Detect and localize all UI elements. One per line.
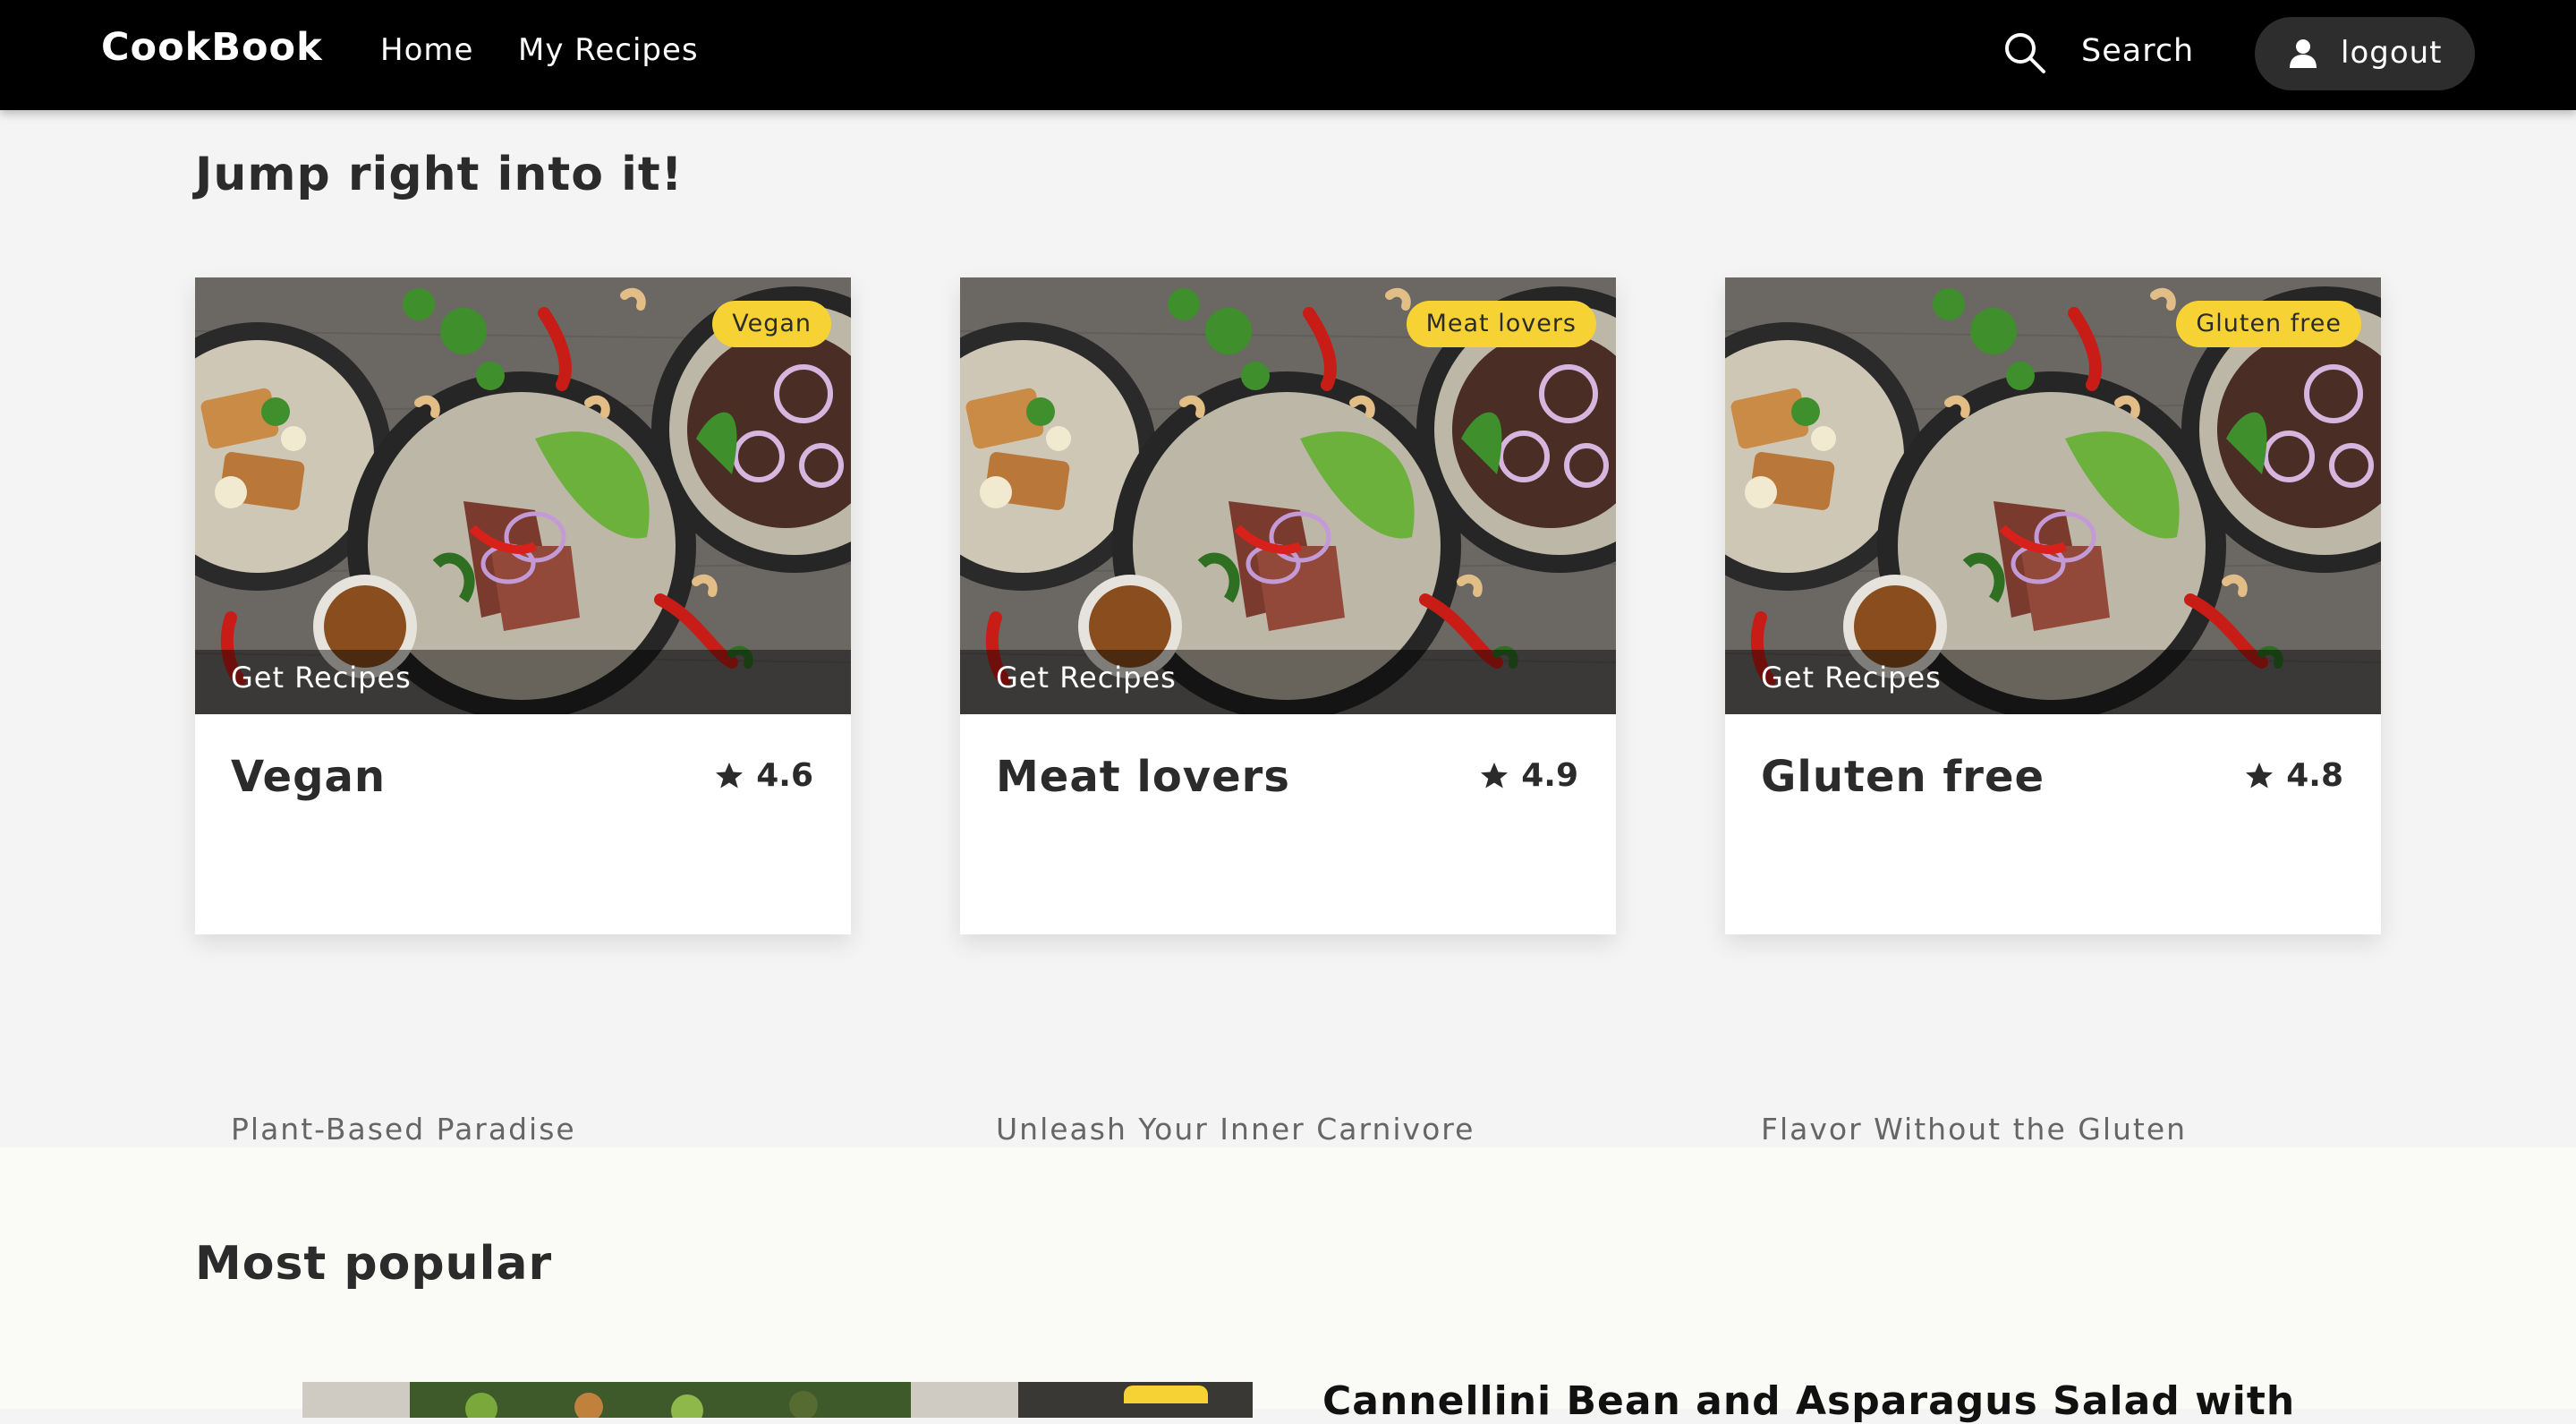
search-icon[interactable]: [2002, 30, 2047, 75]
food-image: [302, 1382, 1253, 1418]
navbar: CookBook Home My Recipes Search logout: [0, 0, 2576, 110]
nav-link-home[interactable]: Home: [380, 32, 473, 68]
category-card-vegan[interactable]: Get Recipes Vegan Vegan 4.6 Plant-Based …: [195, 277, 851, 1147]
rating: 4.8: [2243, 757, 2343, 794]
category-badge: Gluten free: [2176, 301, 2361, 347]
brand-logo[interactable]: CookBook: [101, 25, 323, 70]
card-title: Gluten free: [1761, 752, 2045, 802]
category-badge: [1124, 1386, 1208, 1403]
star-icon: [2246, 762, 2274, 788]
get-recipes-link[interactable]: Get Recipes: [231, 661, 412, 695]
section-title-popular: Most popular: [195, 1237, 553, 1291]
popular-recipe-title[interactable]: Cannellini Bean and Asparagus Salad with: [1322, 1378, 2295, 1424]
card-image[interactable]: Get Recipes Gluten free: [1725, 277, 2381, 714]
search-button[interactable]: Search: [2081, 33, 2194, 69]
category-badge: Meat lovers: [1406, 301, 1596, 347]
star-icon: [716, 762, 744, 788]
card-title: Vegan: [231, 752, 386, 802]
rating: 4.9: [1478, 757, 1578, 794]
category-badge: Vegan: [712, 301, 831, 347]
rating: 4.6: [713, 757, 813, 794]
category-card-gluten-free[interactable]: Get Recipes Gluten free Gluten free 4.8 …: [1725, 277, 2381, 1147]
nav-link-my-recipes[interactable]: My Recipes: [518, 32, 699, 68]
card-image[interactable]: Get Recipes Meat lovers: [960, 277, 1616, 714]
logout-button[interactable]: logout: [2255, 17, 2475, 90]
popular-section: Most popular Cannellini Bean and Asparag…: [0, 1147, 2576, 1424]
card-image[interactable]: Get Recipes Vegan: [195, 277, 851, 714]
card-subtitle: Flavor Without the Gluten: [1761, 1112, 2188, 1147]
card-title: Meat lovers: [996, 752, 1290, 802]
popular-recipe-image[interactable]: [302, 1382, 1253, 1418]
card-subtitle: Plant-Based Paradise: [231, 1112, 576, 1147]
category-card-meat-lovers[interactable]: Get Recipes Meat lovers Meat lovers 4.9 …: [960, 277, 1616, 1147]
section-title-jump: Jump right into it!: [195, 148, 684, 201]
card-subtitle: Unleash Your Inner Carnivore: [996, 1112, 1475, 1147]
user-icon: [2290, 39, 2317, 68]
star-icon: [1481, 762, 1509, 788]
rating-value: 4.6: [756, 757, 813, 794]
logout-label: logout: [2341, 35, 2443, 71]
get-recipes-link[interactable]: Get Recipes: [1761, 661, 1942, 695]
get-recipes-link[interactable]: Get Recipes: [996, 661, 1177, 695]
rating-value: 4.9: [1521, 757, 1578, 794]
rating-value: 4.8: [2286, 757, 2343, 794]
